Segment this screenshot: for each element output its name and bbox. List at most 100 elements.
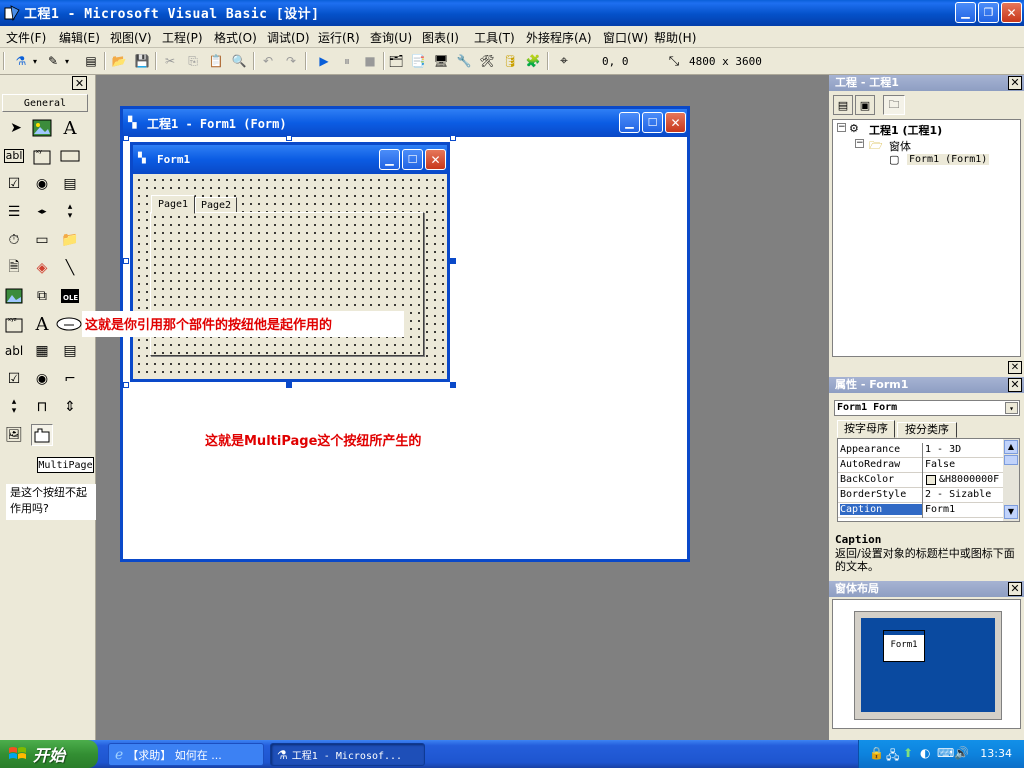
collapse-icon[interactable]: − xyxy=(837,123,846,132)
object-selector[interactable]: Form1 Form ▾ xyxy=(834,400,1020,416)
menu-editor-button[interactable]: ▤ xyxy=(82,52,100,70)
tree-forms-folder[interactable]: 窗体 xyxy=(889,138,911,154)
open-button[interactable]: 📂 xyxy=(110,52,128,70)
tray-ie-icon[interactable]: ◐ xyxy=(920,746,930,760)
commandbutton-tool[interactable] xyxy=(59,145,81,167)
frame2-tool[interactable]: xyz xyxy=(3,313,25,335)
menu-debug[interactable]: 调试(D) xyxy=(267,29,310,46)
data-tool[interactable]: ⧉ xyxy=(31,285,53,307)
restore-button[interactable]: ❐ xyxy=(978,2,999,23)
object-browser-button[interactable]: 🔧 xyxy=(455,52,473,70)
form1-minimize-button[interactable]: ▁ xyxy=(379,149,400,170)
add-project-button[interactable]: ⚗ xyxy=(12,52,30,70)
forms-tabstrip-tool[interactable]: ⊓ xyxy=(31,396,53,418)
resize-handle[interactable] xyxy=(450,258,456,264)
property-row-autoredraw[interactable]: AutoRedraw False xyxy=(838,458,1018,473)
project-panel-close-button[interactable]: ✕ xyxy=(1008,76,1022,90)
forms-spinbutton-tool[interactable]: ▴ ▾ xyxy=(3,396,25,418)
toolbox-general-tab[interactable]: General xyxy=(2,94,88,112)
properties-panel-close-button[interactable]: ✕ xyxy=(1008,378,1022,392)
project-explorer-button[interactable]: 🗂 xyxy=(387,52,405,70)
view-code-button[interactable]: ▤ xyxy=(833,95,853,115)
forms-scrollbar-tool[interactable]: ⇕ xyxy=(59,396,81,418)
tab-categorized[interactable]: 按分类序 xyxy=(897,422,957,438)
task-browser[interactable]: ℯ 【求助】 如何在 ... xyxy=(108,743,264,766)
add-project-dropdown[interactable]: ▾ xyxy=(30,52,40,70)
property-row-borderstyle[interactable]: BorderStyle 2 - Sizable xyxy=(838,488,1018,503)
minimize-button[interactable]: ▁ xyxy=(955,2,976,23)
add-form-button[interactable]: ✎ xyxy=(44,52,62,70)
tree-project-node[interactable]: 工程1 (工程1) xyxy=(869,122,942,138)
add-form-dropdown[interactable]: ▾ xyxy=(62,52,72,70)
frame-tool[interactable]: xy xyxy=(31,145,53,167)
component-manager-button[interactable]: 🧩 xyxy=(524,52,542,70)
line-tool[interactable]: ╲ xyxy=(59,257,81,279)
property-row-appearance[interactable]: Appearance 1 - 3D xyxy=(838,443,1018,458)
listbox-tool[interactable]: ☰ xyxy=(3,201,25,223)
optionbutton-tool[interactable]: ◉ xyxy=(31,173,53,195)
scroll-up-icon[interactable]: ▲ xyxy=(1004,440,1018,454)
tray-lock-icon[interactable]: 🔒 xyxy=(869,746,884,760)
forms-image-tool[interactable]: 🖼 xyxy=(3,424,25,446)
resize-handle[interactable] xyxy=(286,382,292,388)
close-button[interactable]: ✕ xyxy=(1001,2,1022,23)
menu-project[interactable]: 工程(P) xyxy=(162,29,203,46)
property-scrollbar[interactable]: ▲ ▼ xyxy=(1003,439,1019,521)
ole-tool[interactable]: OLE xyxy=(59,285,81,307)
property-value[interactable]: 1 - 3D xyxy=(925,444,1015,455)
undo-button[interactable]: ↶ xyxy=(259,52,277,70)
designer-close-button[interactable]: ✕ xyxy=(665,112,686,133)
label-tool[interactable]: A xyxy=(59,117,81,139)
menu-addins[interactable]: 外接程序(A) xyxy=(526,29,592,46)
menu-query[interactable]: 查询(U) xyxy=(370,29,412,46)
resize-handle[interactable] xyxy=(450,382,456,388)
tab-page1[interactable]: Page1 xyxy=(151,195,195,214)
tree-form1-node[interactable]: Form1 (Form1) xyxy=(907,154,990,165)
form1-maximize-button[interactable]: ☐ xyxy=(402,149,423,170)
image-tool[interactable] xyxy=(3,285,25,307)
properties-window-button[interactable]: 📑 xyxy=(409,52,427,70)
combobox-tool[interactable]: ▤ xyxy=(59,173,81,195)
checkbox-tool[interactable]: ☑ xyxy=(3,173,25,195)
form-layout-preview[interactable]: Form1 xyxy=(883,630,925,662)
vscrollbar-tool[interactable]: ▴ ▾ xyxy=(59,201,81,223)
form-layout-button[interactable]: 🖥 xyxy=(432,52,450,70)
data-view-button[interactable]: 🛢 xyxy=(501,52,519,70)
toggle-folders-button[interactable]: 🗀 xyxy=(883,95,905,115)
tab-alphabetic[interactable]: 按字母序 xyxy=(837,420,895,438)
menu-tools[interactable]: 工具(T) xyxy=(474,29,515,46)
menu-diagram[interactable]: 图表(I) xyxy=(422,29,459,46)
property-value[interactable]: 2 - Sizable xyxy=(925,489,1015,500)
scroll-down-icon[interactable]: ▼ xyxy=(1004,505,1018,519)
menu-file[interactable]: 文件(F) xyxy=(6,29,46,46)
menu-edit[interactable]: 编辑(E) xyxy=(59,29,100,46)
property-value[interactable]: False xyxy=(925,459,1015,470)
menu-window[interactable]: 窗口(W) xyxy=(603,29,648,46)
forms-textbox-tool[interactable]: abl xyxy=(3,340,25,362)
timer-tool[interactable]: ⏱ xyxy=(3,229,25,251)
shape-tool[interactable]: ◈ xyxy=(31,257,53,279)
forms-combobox-tool[interactable]: ▤ xyxy=(59,340,81,362)
menu-format[interactable]: 格式(O) xyxy=(214,29,257,46)
menu-view[interactable]: 视图(V) xyxy=(110,29,152,46)
designer-maximize-button[interactable]: ☐ xyxy=(642,112,663,133)
drivelistbox-tool[interactable]: ▭ xyxy=(31,229,53,251)
redo-button[interactable]: ↷ xyxy=(282,52,300,70)
toolbox-button[interactable]: 🛠 xyxy=(478,52,496,70)
menu-help[interactable]: 帮助(H) xyxy=(654,29,696,46)
forms-optionbutton-tool[interactable]: ◉ xyxy=(31,368,53,390)
form1-close-button[interactable]: ✕ xyxy=(425,149,446,170)
break-button[interactable]: ⏸ xyxy=(338,52,356,70)
forms-listbox-tool[interactable]: ▦ xyxy=(31,340,53,362)
property-value[interactable]: Form1 xyxy=(925,504,1015,515)
save-button[interactable]: 💾 xyxy=(133,52,151,70)
tray-volume-icon[interactable]: 🔊 xyxy=(954,746,969,760)
cut-button[interactable]: ✂ xyxy=(161,52,179,70)
start-button[interactable]: 开始 xyxy=(0,740,98,768)
tray-arrow-icon[interactable]: ⬆ xyxy=(903,746,913,760)
task-vb[interactable]: ⚗ 工程1 - Microsof... xyxy=(270,743,425,766)
find-button[interactable]: 🔍 xyxy=(230,52,248,70)
end-button[interactable]: ■ xyxy=(361,52,379,70)
filelistbox-tool[interactable]: 🗎 xyxy=(3,257,25,279)
form-layout-close-button[interactable]: ✕ xyxy=(1008,582,1022,596)
